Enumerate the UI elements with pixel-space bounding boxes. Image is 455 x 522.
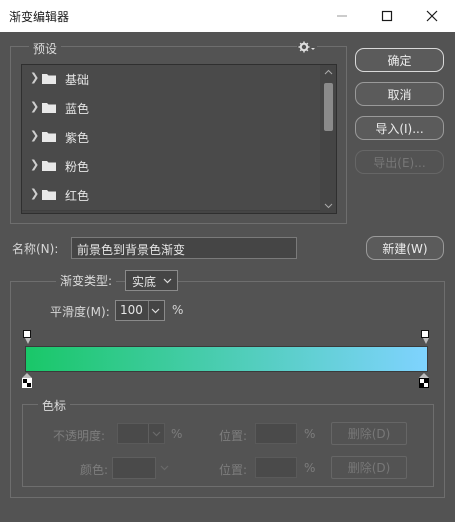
- presets-settings-button[interactable]: [297, 40, 317, 54]
- opacity-location-label: 位置:: [219, 429, 248, 443]
- cancel-button[interactable]: 取消: [355, 82, 444, 106]
- color-delete-button[interactable]: 删除(D): [331, 456, 407, 479]
- title-bar: 渐变编辑器: [0, 0, 455, 32]
- export-button[interactable]: 导出(E)...: [355, 150, 444, 174]
- preset-folder[interactable]: ❯ 基础: [22, 65, 320, 95]
- window-title: 渐变编辑器: [9, 10, 70, 24]
- gradient-type-label: 渐变类型:: [56, 272, 117, 289]
- folder-icon: [42, 132, 56, 142]
- preset-folder-label: 红色: [65, 189, 90, 203]
- folder-icon: [42, 161, 56, 171]
- opacity-input[interactable]: [117, 423, 165, 444]
- gradient-type-value: 实底: [132, 275, 157, 289]
- smoothness-unit: %: [172, 303, 184, 317]
- scroll-up-icon[interactable]: [324, 69, 333, 75]
- preset-folder[interactable]: ❯ 红色: [22, 181, 320, 211]
- scrollbar-thumb[interactable]: [324, 83, 333, 131]
- close-icon: [426, 10, 438, 22]
- chevron-down-icon: [163, 278, 172, 284]
- chevron-right-icon[interactable]: ❯: [30, 129, 39, 142]
- close-button[interactable]: [409, 0, 455, 32]
- gradient-preview-bar[interactable]: [25, 346, 428, 372]
- smoothness-input[interactable]: 100: [115, 300, 165, 321]
- gradient-type-select[interactable]: 实底: [125, 270, 178, 291]
- chevron-down-icon: [152, 431, 161, 437]
- folder-icon: [42, 103, 56, 113]
- opacity-stop-right-pointer: [423, 338, 429, 344]
- preset-folder-label: 基础: [65, 73, 90, 87]
- preset-list-items: ❯ 基础 ❯ 蓝色 ❯ 紫色 ❯ 粉色 ❯ 红色: [22, 65, 320, 213]
- color-swatch[interactable]: [112, 457, 156, 479]
- smoothness-label: 平滑度(M):: [50, 305, 110, 319]
- color-stop-left[interactable]: [22, 378, 32, 388]
- color-location-input[interactable]: [255, 457, 297, 478]
- new-button[interactable]: 新建(W): [366, 236, 444, 260]
- chevron-right-icon[interactable]: ❯: [30, 158, 39, 171]
- gear-icon: [298, 41, 315, 53]
- preset-folder[interactable]: ❯ 蓝色: [22, 94, 320, 124]
- opacity-location-input[interactable]: [255, 423, 297, 444]
- chevron-right-icon[interactable]: ❯: [30, 71, 39, 84]
- preset-list[interactable]: ❯ 基础 ❯ 蓝色 ❯ 紫色 ❯ 粉色 ❯ 红色: [21, 64, 337, 214]
- presets-label: 预设: [29, 40, 62, 57]
- chevron-right-icon[interactable]: ❯: [30, 187, 39, 200]
- name-value: 前景色到背景色渐变: [77, 243, 186, 257]
- preset-scrollbar[interactable]: [321, 65, 336, 213]
- maximize-icon: [381, 10, 393, 22]
- opacity-stop-left[interactable]: [23, 330, 31, 338]
- color-location-label: 位置:: [219, 463, 248, 477]
- color-stop-right[interactable]: [419, 378, 429, 388]
- opacity-location-unit: %: [304, 427, 316, 441]
- opacity-delete-button[interactable]: 删除(D): [331, 422, 407, 445]
- opacity-label: 不透明度:: [53, 429, 106, 443]
- chevron-down-icon[interactable]: [151, 308, 160, 314]
- maximize-button[interactable]: [364, 0, 410, 32]
- chevron-down-icon[interactable]: [160, 465, 169, 471]
- preset-folder-label: 粉色: [65, 160, 90, 174]
- opacity-stop-right[interactable]: [421, 330, 429, 338]
- minimize-button[interactable]: [319, 0, 365, 32]
- smoothness-value: 100: [120, 303, 143, 317]
- name-input[interactable]: 前景色到背景色渐变: [71, 237, 297, 259]
- preset-folder-label: 蓝色: [65, 102, 90, 116]
- import-button[interactable]: 导入(I)...: [355, 116, 444, 140]
- preset-folder-label: 紫色: [65, 131, 90, 145]
- color-label: 颜色:: [80, 463, 109, 477]
- folder-icon: [42, 190, 56, 200]
- stops-label: 色标: [38, 397, 71, 414]
- name-label: 名称(N):: [12, 242, 59, 256]
- preset-folder[interactable]: ❯ 粉色: [22, 152, 320, 182]
- minimize-icon: [337, 15, 347, 17]
- folder-icon: [42, 74, 56, 84]
- chevron-right-icon[interactable]: ❯: [30, 100, 39, 113]
- preset-folder[interactable]: ❯ 紫色: [22, 123, 320, 153]
- opacity-unit: %: [171, 427, 183, 441]
- scroll-down-icon[interactable]: [324, 203, 333, 209]
- opacity-stop-left-pointer: [25, 338, 31, 344]
- color-location-unit: %: [304, 461, 316, 475]
- ok-button[interactable]: 确定: [355, 48, 444, 72]
